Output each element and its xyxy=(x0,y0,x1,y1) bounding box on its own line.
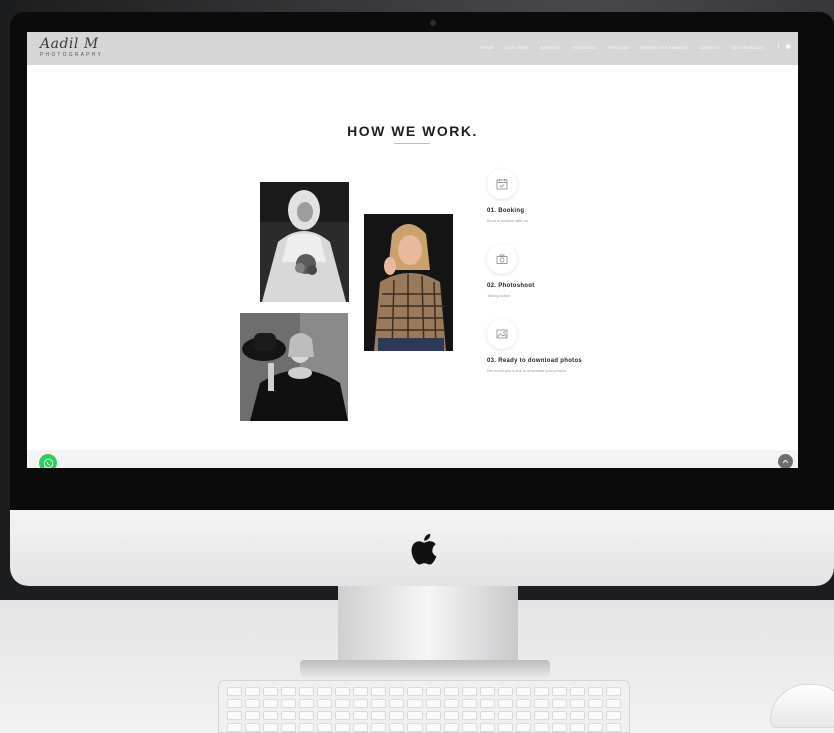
hat-woman-photo xyxy=(240,313,348,421)
step-download: 03. Ready to download photos We email yo… xyxy=(487,319,582,373)
nav-our-work[interactable]: OUR WORK xyxy=(505,45,530,51)
site-logo[interactable]: Aadil M PHOTOGRAPHY xyxy=(40,36,103,59)
nav-home[interactable]: HOME xyxy=(481,45,494,51)
chevron-up-icon xyxy=(782,459,789,464)
social-links: f ▣ xyxy=(778,43,791,51)
step-photoshoot: 02. Photoshoot Taking action xyxy=(487,244,535,298)
nav-booking[interactable]: BOOKING xyxy=(541,45,562,51)
title-divider xyxy=(394,143,430,144)
webcam-dot xyxy=(430,20,436,26)
nav-contact[interactable]: CONTACT xyxy=(699,45,720,51)
nav-articles[interactable]: ARTICLES xyxy=(608,45,630,51)
plaid-shirt-photo xyxy=(364,214,453,351)
nav-packages[interactable]: PACKAGES xyxy=(572,45,596,51)
bride-photo xyxy=(260,182,349,302)
step-description: Book a session with us xyxy=(487,218,528,223)
footer-band xyxy=(27,450,798,468)
whatsapp-icon xyxy=(43,458,53,468)
camera-icon xyxy=(487,244,517,274)
keyboard xyxy=(218,680,630,733)
step-title: 03. Ready to download photos xyxy=(487,358,583,364)
step-booking: 01. Booking Book a session with us xyxy=(487,169,528,223)
site-header: Aadil M PHOTOGRAPHY HOME OUR WORK BOOKIN… xyxy=(27,32,798,65)
logo-subtitle: PHOTOGRAPHY xyxy=(40,52,104,58)
monitor-chin xyxy=(10,510,834,586)
whatsapp-button[interactable] xyxy=(39,454,57,468)
nav-behind-the-camera[interactable]: BEHIND THE CAMERA xyxy=(640,45,687,51)
image-icon xyxy=(487,319,517,349)
step-description: We email you a link to download your pho… xyxy=(487,368,567,373)
facebook-icon[interactable]: f xyxy=(778,43,780,51)
scroll-top-button[interactable] xyxy=(778,454,793,468)
instagram-icon[interactable]: ▣ xyxy=(785,43,791,51)
step-description: Taking action xyxy=(487,293,511,298)
monitor-stand-base xyxy=(300,660,550,678)
calendar-icon xyxy=(487,169,517,199)
section-title: HOW WE WORK. xyxy=(347,123,478,139)
monitor-stand xyxy=(338,586,518,664)
website-screen: Aadil M PHOTOGRAPHY HOME OUR WORK BOOKIN… xyxy=(27,32,798,468)
nav-testimonials[interactable]: TESTIMONIALS xyxy=(731,45,764,51)
step-title: 01. Booking xyxy=(487,208,525,214)
logo-script: Aadil M xyxy=(40,36,99,52)
apple-logo-icon xyxy=(411,533,437,565)
step-title: 02. Photoshoot xyxy=(487,283,535,289)
main-nav: HOME OUR WORK BOOKING PACKAGES ARTICLES … xyxy=(481,45,764,51)
